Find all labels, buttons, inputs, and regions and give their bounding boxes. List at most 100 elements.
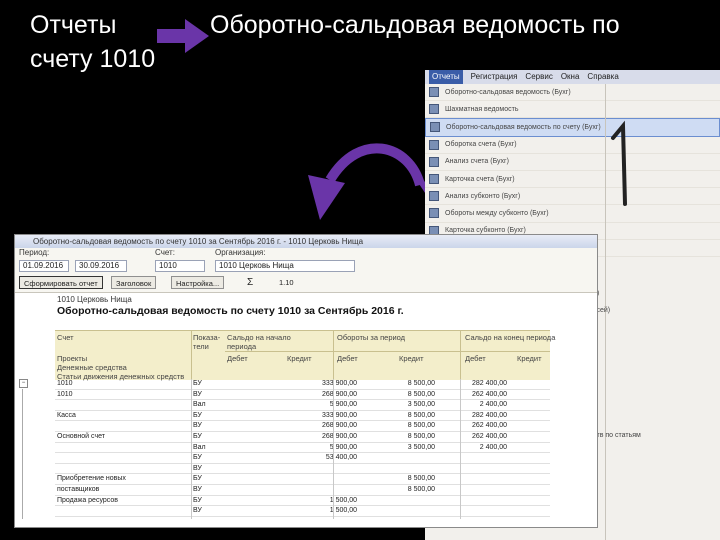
cell-turnover-credit: 8 500,00 — [407, 432, 435, 440]
menu-item-label: Анализ счета (Бухг) — [445, 158, 509, 166]
report-icon — [429, 139, 439, 150]
header-turn-debit: Дебет — [337, 354, 358, 363]
column-divider — [333, 379, 334, 519]
cell-turnover-debit: 333 900,00 — [321, 380, 357, 387]
report-icon — [429, 191, 439, 202]
menubar-windows[interactable]: Окна — [561, 70, 580, 84]
header-open-credit: Кредит — [287, 354, 312, 363]
cell-turnover-credit: 8 500,00 — [407, 475, 435, 483]
table-row[interactable]: Вал 5 900,00 3 500,00 2 400,00 — [55, 400, 550, 411]
menu-item-5[interactable]: Карточка счета (Бухг) — [425, 171, 720, 189]
table-row[interactable]: Приобретение новых БУ 8 500,00 — [55, 474, 550, 485]
cell-account: Приобретение новых — [57, 475, 126, 483]
header-account: Счет — [57, 333, 74, 342]
slide-title-reports: Отчеты — [30, 11, 117, 39]
table-row[interactable]: Вал 5 900,00 3 500,00 2 400,00 — [55, 443, 550, 454]
cell-indicator: БУ — [193, 475, 202, 483]
cell-turnover-debit: 333 900,00 — [321, 411, 357, 419]
menu-item-4[interactable]: Анализ счета (Бухг) — [425, 154, 720, 171]
table-row[interactable]: Основной счет БУ 268 900,00 8 500,00 262 400… — [55, 432, 550, 443]
account-field[interactable]: 1010 — [155, 260, 205, 272]
cell-close-debit: 282 400,00 — [471, 380, 507, 387]
header-turn-credit: Кредит — [399, 354, 424, 363]
table-row[interactable]: ВУ — [55, 464, 550, 475]
menu-item-label: Обороты между субконто (Бухг) — [445, 209, 549, 217]
reports-dropdown: Оборотно-сальдовая ведомость (Бухг) Шахма… — [425, 84, 720, 257]
menu-item-1[interactable]: Шахматная ведомость — [425, 101, 720, 119]
menubar-service[interactable]: Сервис — [525, 70, 552, 84]
menu-item-3[interactable]: Оборотка счета (Бухг) — [425, 137, 720, 154]
cell-account: поставщиков — [57, 485, 100, 493]
period-from-field[interactable]: 01.09.2016 — [19, 260, 69, 272]
menu-item-7[interactable]: Обороты между субконто (Бухг) — [425, 205, 720, 223]
menu-item-label: Карточка счета (Бухг) — [445, 175, 515, 183]
report-icon — [429, 156, 439, 167]
generate-report-button[interactable]: Сформировать отчет — [19, 276, 103, 289]
cell-turnover-debit: 268 900,00 — [321, 422, 357, 430]
report-window-title[interactable]: Оборотно-сальдовая ведомость по счету 10… — [15, 235, 597, 248]
cell-close-debit: 2 400,00 — [479, 443, 507, 451]
menu-item-2[interactable]: Оборотно-сальдовая ведомость по счету (Б… — [425, 118, 720, 137]
period-to-field[interactable]: 30.09.2016 — [75, 260, 127, 272]
table-row[interactable]: ВУ 1 500,00 — [55, 506, 550, 517]
cell-turnover-credit: 8 500,00 — [407, 422, 435, 430]
header-projects: Проекты — [57, 354, 88, 363]
cell-indicator: Вал — [193, 443, 206, 451]
cell-indicator: БУ — [193, 380, 202, 387]
cell-account: Продажа ресурсов — [57, 496, 118, 504]
osv-report-window: Оборотно-сальдовая ведомость по счету 10… — [14, 234, 598, 528]
header-indicators: Показа- тели — [193, 333, 221, 351]
sigma-icon[interactable]: Σ — [243, 276, 257, 289]
menubar-help[interactable]: Справка — [587, 70, 618, 84]
menubar-registration[interactable]: Регистрация — [471, 70, 518, 84]
table-row[interactable]: Касса БУ 333 900,00 8 500,00 282 400,00 — [55, 411, 550, 422]
period-label: Период: — [19, 248, 50, 257]
cell-close-debit: 282 400,00 — [471, 411, 507, 419]
column-divider — [191, 379, 192, 519]
header-close-balance: Сальдо на конец периода — [465, 333, 556, 342]
table-row[interactable]: поставщиков ВУ 8 500,00 — [55, 485, 550, 496]
right-arrow-icon — [157, 19, 209, 53]
settings-button[interactable]: Настройка... — [171, 276, 225, 289]
cell-indicator: ВУ — [193, 422, 202, 430]
report-heading: Оборотно-сальдовая ведомость по счету 10… — [57, 305, 404, 317]
header-button[interactable]: Заголовок — [111, 276, 157, 289]
cell-indicator: ВУ — [193, 390, 202, 398]
table-row[interactable]: Продажа ресурсов БУ 1 500,00 — [55, 496, 550, 507]
row-group-expanders[interactable]: − — [19, 379, 29, 524]
cell-indicator: ВУ — [193, 464, 202, 472]
cell-close-debit: 262 400,00 — [471, 432, 507, 440]
menu-item-0[interactable]: Оборотно-сальдовая ведомость (Бухг) — [425, 84, 720, 102]
header-cash: Денежные средства — [57, 363, 127, 372]
cell-indicator: ВУ — [193, 485, 202, 493]
menu-item-6[interactable]: Анализ субконто (Бухг) — [425, 188, 720, 206]
report-toolbar: Сформировать отчет Заголовок Настройка..… — [15, 274, 597, 293]
header-turnover: Обороты за период — [337, 333, 406, 342]
menu-item-label: Шахматная ведомость — [445, 105, 519, 113]
header-open-debit: Дебет — [227, 354, 248, 363]
menu-item-label: Оборотно-сальдовая ведомость (Бухг) — [445, 88, 571, 96]
menu-item-label: Анализ субконто (Бухг) — [445, 192, 521, 200]
cell-turnover-credit: 8 500,00 — [407, 485, 435, 493]
report-icon — [429, 174, 439, 185]
column-divider — [460, 379, 461, 519]
report-icon — [429, 87, 439, 98]
organization-field[interactable]: 1010 Церковь Нища — [215, 260, 355, 272]
cell-indicator: БУ — [193, 496, 202, 504]
cell-account: 1010 — [57, 390, 73, 398]
cell-close-debit: 262 400,00 — [471, 422, 507, 430]
cell-turnover-credit: 8 500,00 — [407, 380, 435, 387]
cell-turnover-credit: 3 500,00 — [407, 443, 435, 451]
cell-indicator: БУ — [193, 432, 202, 440]
table-row[interactable]: ВУ 268 900,00 8 500,00 262 400,00 — [55, 421, 550, 432]
scale-indicator: 1.10 — [279, 278, 294, 287]
menubar-reports[interactable]: Отчеты — [429, 70, 463, 84]
report-table: 1010 БУ 333 900,00 8 500,00 282 400,00 1010 ВУ… — [55, 379, 550, 519]
table-row[interactable]: БУ 53 400,00 — [55, 453, 550, 464]
cell-account: 1010 — [57, 380, 73, 387]
cell-turnover-debit: 1 500,00 — [329, 496, 357, 504]
header-close-credit: Кредит — [517, 354, 542, 363]
table-row[interactable]: 1010 БУ 333 900,00 8 500,00 282 400,00 — [55, 379, 550, 390]
cell-indicator: БУ — [193, 411, 202, 419]
table-row[interactable]: 1010 ВУ 268 900,00 8 500,00 262 400,00 — [55, 390, 550, 401]
